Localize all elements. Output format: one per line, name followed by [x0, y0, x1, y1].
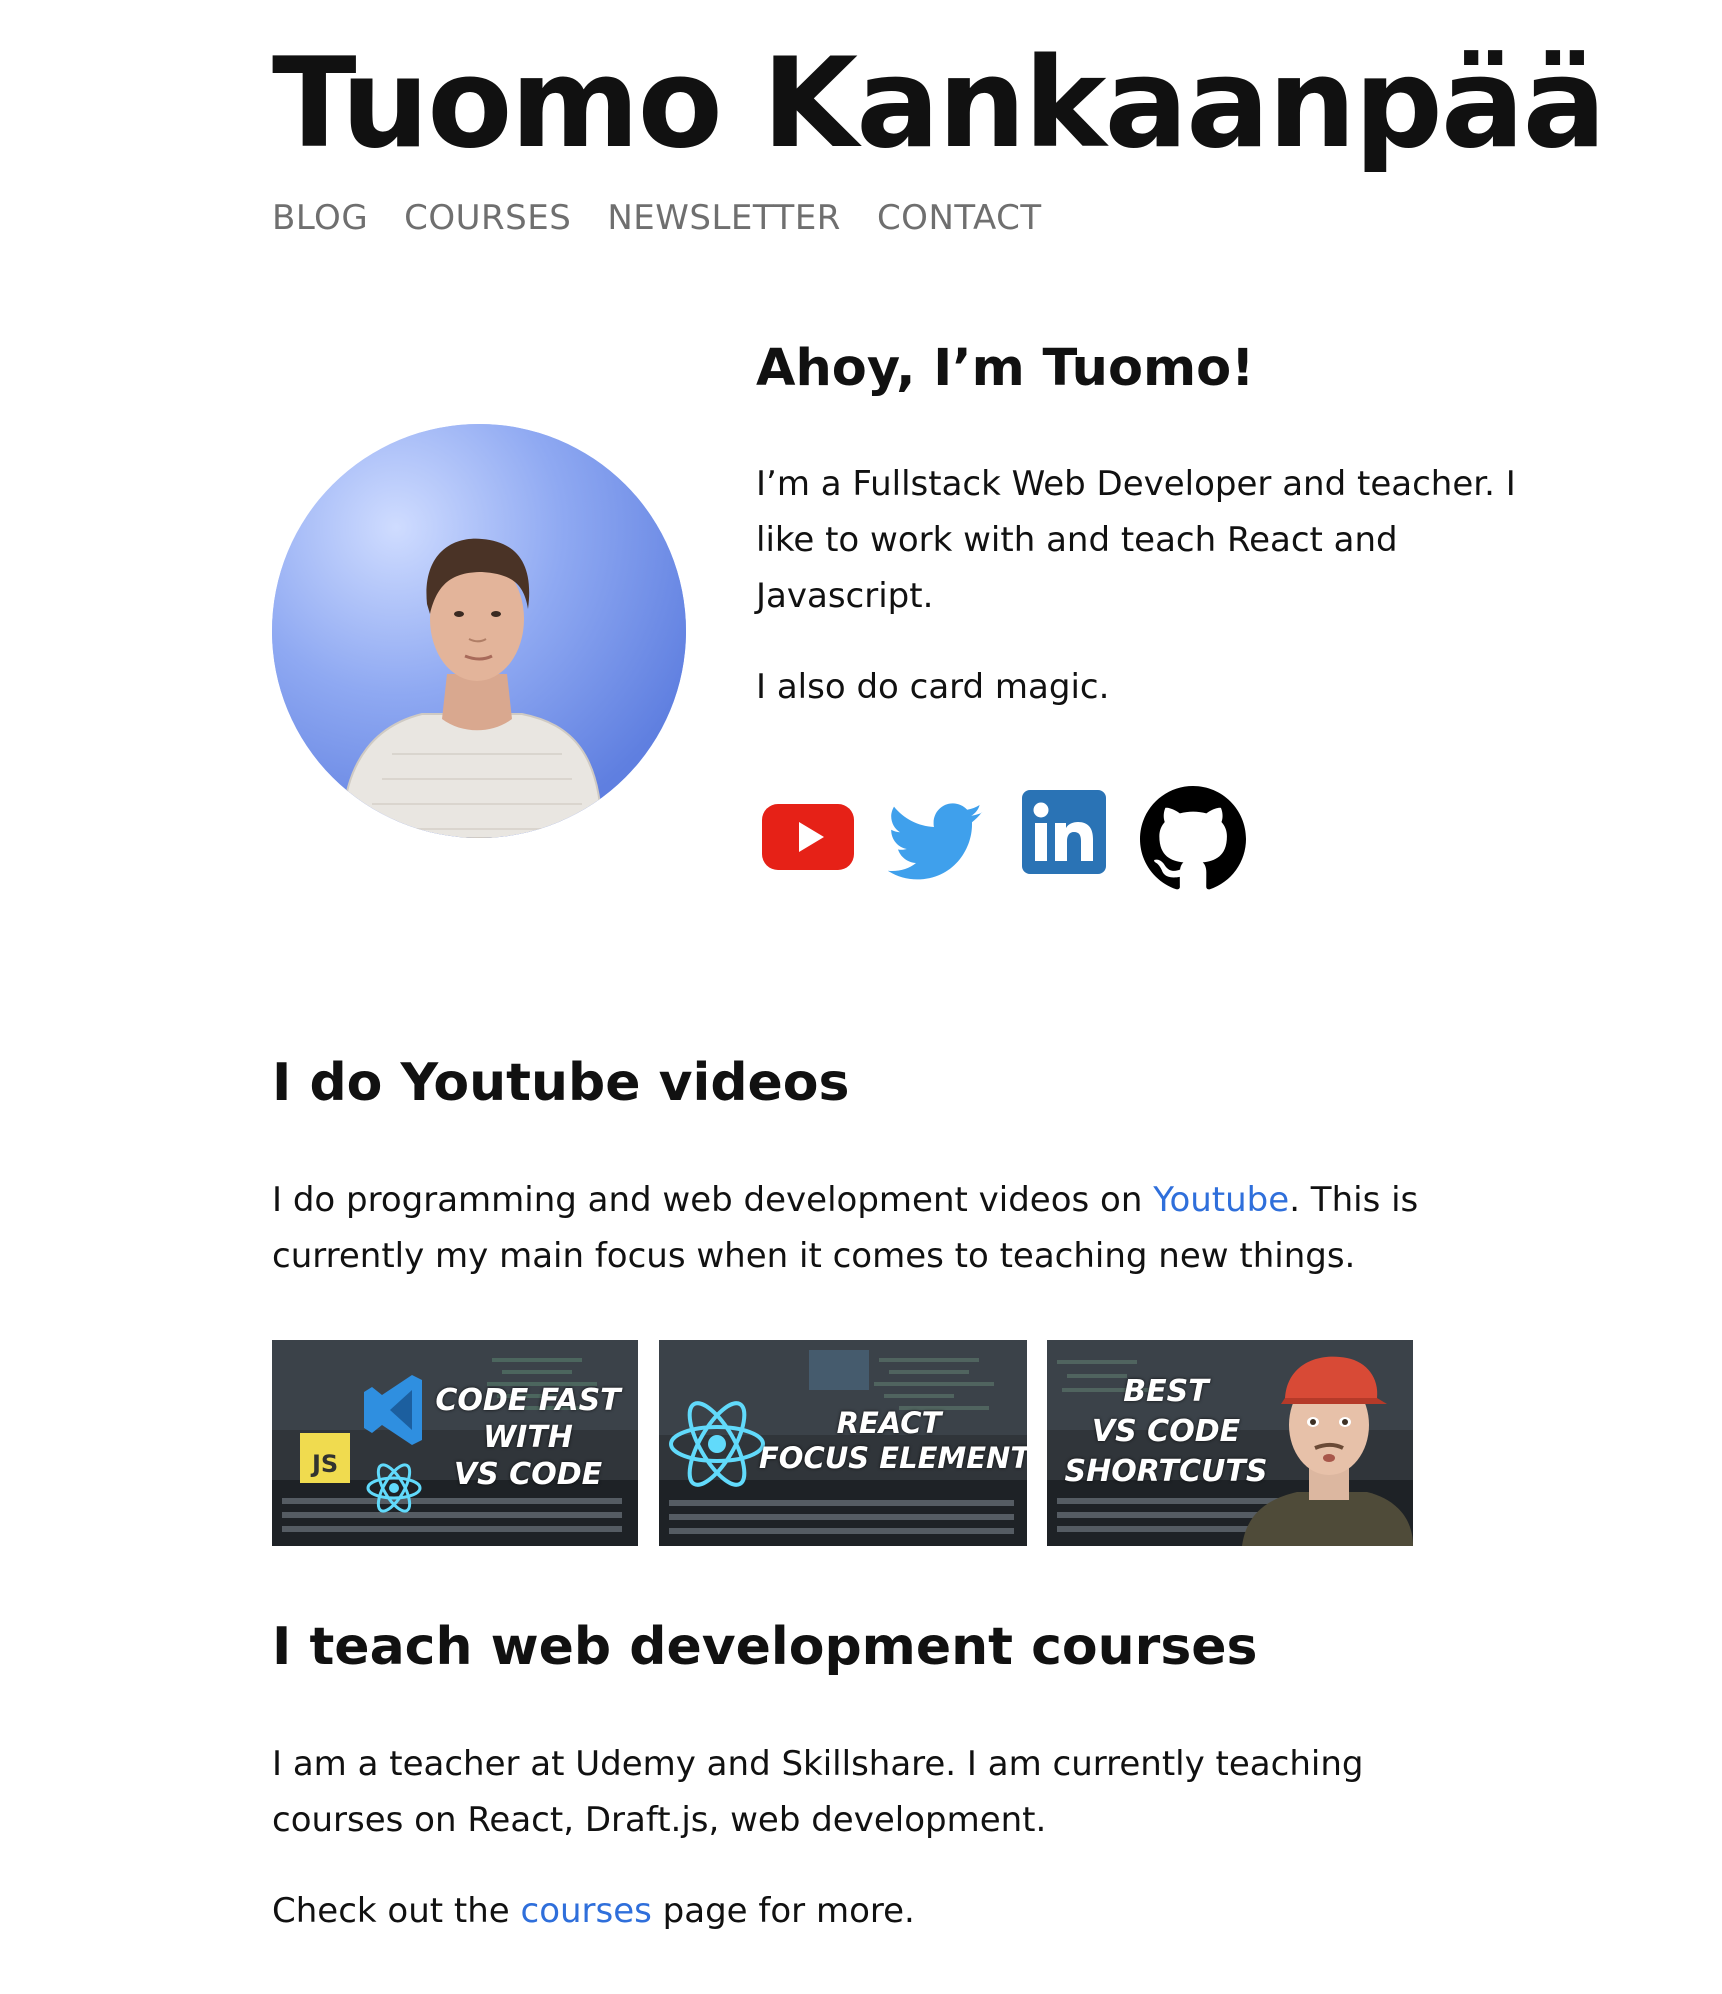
- courses-text: I am a teacher at Udemy and Skillshare. …: [272, 1744, 1364, 1840]
- linkedin-icon: [1022, 790, 1106, 874]
- youtube-text-before: I do programming and web development vid…: [272, 1180, 1154, 1220]
- thumbnail-line: REACT: [836, 1406, 942, 1440]
- avatar-portrait: [272, 424, 686, 838]
- nav-newsletter[interactable]: NEWSLETTER: [607, 196, 841, 240]
- nav-contact[interactable]: CONTACT: [877, 196, 1042, 240]
- intro-card-magic: I also do card magic.: [756, 667, 1110, 707]
- twitter-link[interactable]: [887, 802, 984, 888]
- nav-courses[interactable]: COURSES: [404, 196, 571, 240]
- thumbnail-title: CODE FAST WITH VS CODE: [428, 1382, 628, 1493]
- nav-blog[interactable]: BLOG: [272, 196, 368, 240]
- thumbnail-line: WITH: [483, 1420, 573, 1455]
- intro-heading: Ahoy, I’m Tuomo!: [756, 339, 1255, 398]
- thumbnail-line: BEST: [1123, 1374, 1209, 1409]
- main-nav: BLOG COURSES NEWSLETTER CONTACT: [272, 196, 1042, 240]
- video-thumbnail-react-focus[interactable]: REACT FOCUS ELEMENT: [659, 1340, 1027, 1546]
- youtube-icon: [762, 804, 854, 870]
- thumbnail-line: VS CODE: [1091, 1414, 1241, 1449]
- courses-heading: I teach web development courses: [272, 1617, 1258, 1677]
- courses-more-after: page for more.: [651, 1891, 915, 1931]
- svg-text:JS: JS: [310, 1450, 338, 1478]
- youtube-link[interactable]: [762, 802, 854, 876]
- youtube-heading: I do Youtube videos: [272, 1053, 850, 1113]
- thumbnail-line: FOCUS ELEMENT: [759, 1441, 1027, 1475]
- courses-more-before: Check out the: [272, 1891, 521, 1931]
- youtube-text: I do programming and web development vid…: [272, 1172, 1492, 1284]
- thumbnail-title: REACT FOCUS ELEMENT: [759, 1406, 1027, 1476]
- twitter-icon: [887, 803, 983, 880]
- courses-inline-link[interactable]: courses: [521, 1891, 652, 1931]
- courses-more-text: Check out the courses page for more.: [272, 1883, 1492, 1939]
- linkedin-link[interactable]: [1022, 790, 1106, 878]
- video-thumbnail-code-fast[interactable]: JS CODE FAST WITH VS CODE: [272, 1340, 638, 1546]
- video-thumbnail-vs-code-shortcuts[interactable]: BEST VS CODE SHORTCUTS: [1047, 1340, 1413, 1546]
- thumbnail-line: SHORTCUTS: [1064, 1454, 1268, 1489]
- intro-text: I’m a Fullstack Web Developer and teache…: [756, 464, 1516, 616]
- thumbnail-title: BEST VS CODE SHORTCUTS: [1051, 1372, 1281, 1492]
- github-link[interactable]: [1140, 786, 1246, 896]
- thumbnail-line: CODE FAST: [435, 1383, 621, 1418]
- site-title[interactable]: Tuomo Kankaanpää: [272, 30, 1606, 179]
- thumbnail-line: VS CODE: [453, 1457, 603, 1492]
- avatar: [272, 424, 686, 838]
- github-icon: [1140, 786, 1246, 890]
- youtube-inline-link[interactable]: Youtube: [1153, 1180, 1289, 1220]
